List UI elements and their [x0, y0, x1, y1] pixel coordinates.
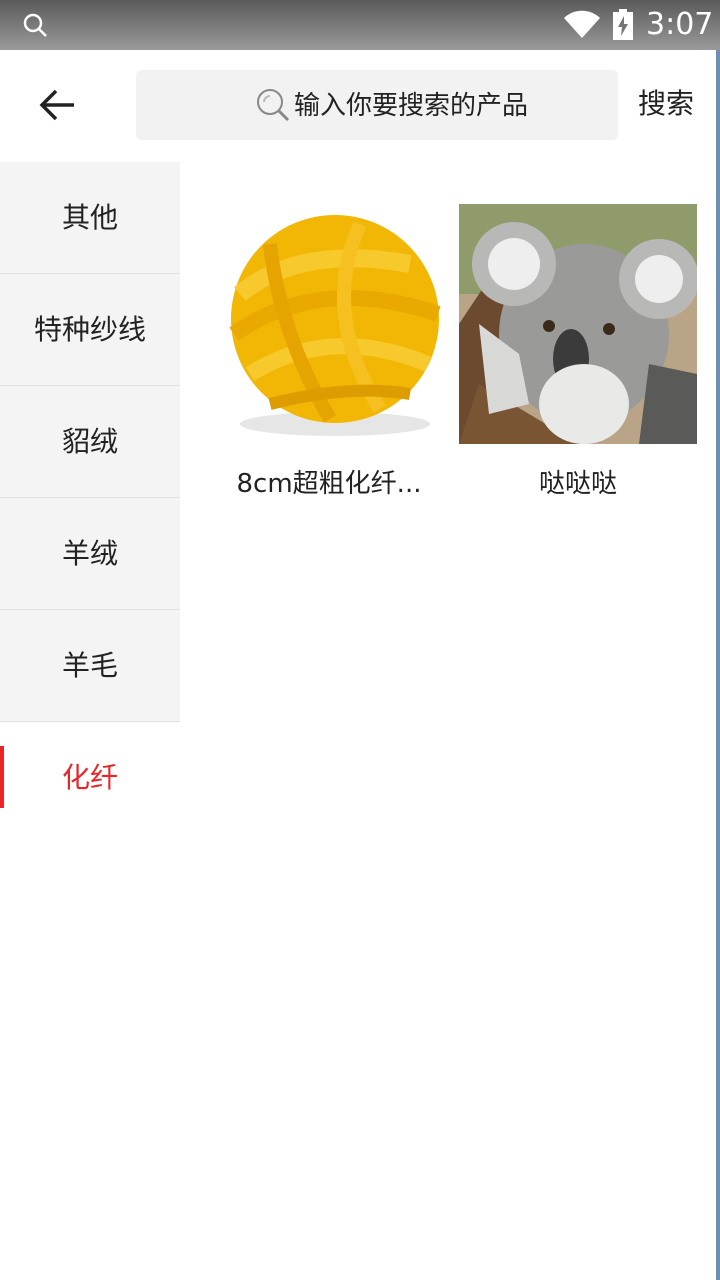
back-arrow-icon[interactable]	[30, 80, 86, 130]
status-bar: 3:07	[0, 0, 720, 50]
active-indicator	[0, 746, 4, 808]
category-sidebar: 其他 特种纱线 貂绒 羊绒 羊毛 化纤	[0, 162, 180, 833]
battery-charging-icon	[613, 9, 633, 40]
wifi-icon	[564, 10, 600, 39]
category-label: 貂绒	[61, 425, 118, 458]
product-card[interactable]: 哒哒哒	[459, 204, 697, 504]
product-image-yarn-ball	[210, 204, 448, 444]
category-label: 其他	[61, 201, 118, 234]
category-label: 化纤	[61, 761, 118, 794]
product-card[interactable]: 8cm超粗化纤...	[210, 204, 448, 504]
clock: 3:07	[646, 7, 714, 42]
header: 输入你要搜索的产品 搜索	[0, 50, 716, 162]
product-name: 哒哒哒	[538, 469, 617, 499]
product-image-koala	[459, 204, 697, 444]
search-button[interactable]: 搜索	[638, 84, 694, 124]
search-input[interactable]: 输入你要搜索的产品	[136, 70, 618, 140]
search-placeholder: 输入你要搜索的产品	[294, 91, 529, 121]
product-name: 8cm超粗化纤...	[236, 469, 422, 499]
category-item-wool[interactable]: 羊毛	[0, 610, 180, 722]
category-item-other[interactable]: 其他	[0, 162, 180, 274]
search-icon	[23, 13, 47, 37]
category-item-synthetic[interactable]: 化纤	[0, 722, 180, 833]
category-label: 羊绒	[61, 537, 118, 570]
window-edge	[716, 50, 720, 1280]
category-item-special-yarn[interactable]: 特种纱线	[0, 274, 180, 386]
category-item-cashmere[interactable]: 羊绒	[0, 498, 180, 610]
category-label: 羊毛	[61, 649, 118, 682]
category-item-mink[interactable]: 貂绒	[0, 386, 180, 498]
magnifier-icon	[257, 89, 290, 122]
category-label: 特种纱线	[33, 313, 146, 346]
